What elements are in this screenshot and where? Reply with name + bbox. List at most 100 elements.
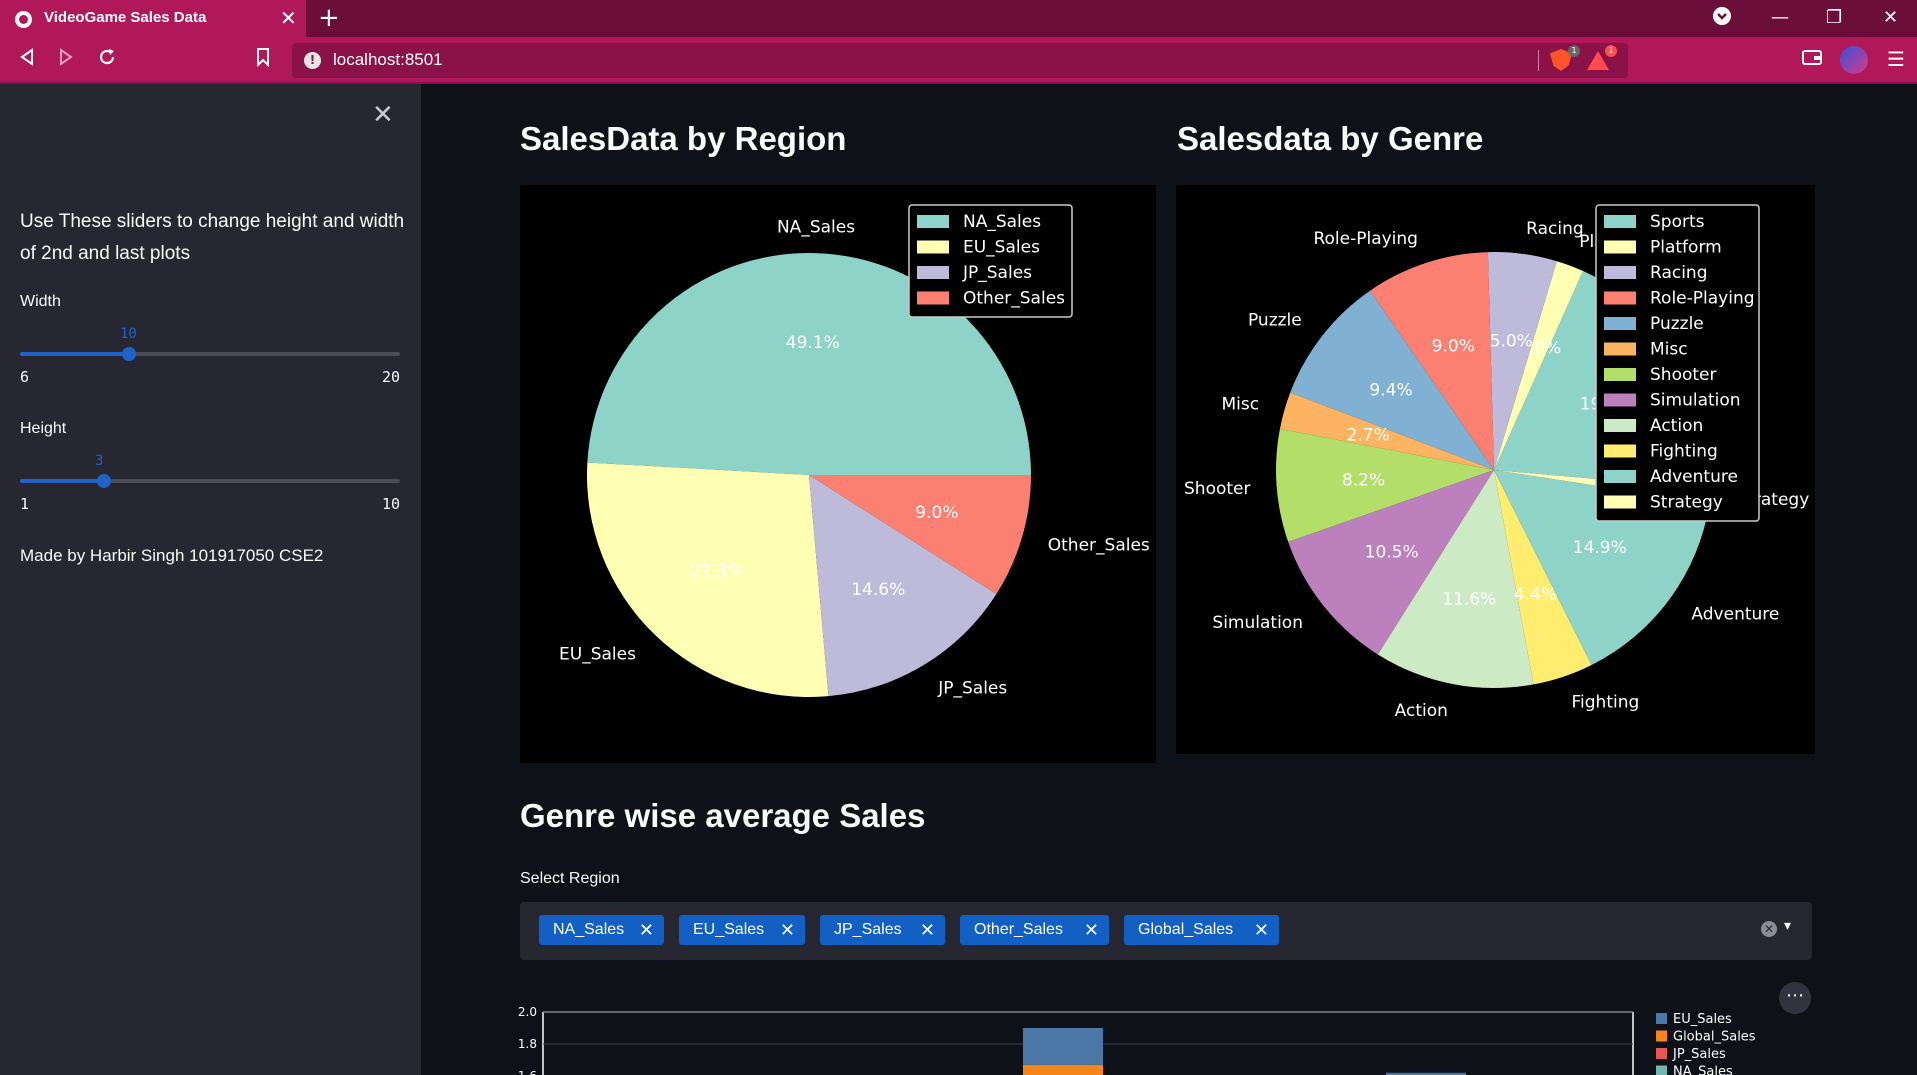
restore-icon[interactable]: ❐ [1826,6,1842,30]
chip-remove-icon[interactable]: ✕ [1254,915,1269,945]
legend-swatch [917,291,949,305]
pie-category-label: Role-Playing [1313,229,1418,249]
forward-icon[interactable] [57,47,75,72]
sidebar-close-icon[interactable]: ✕ [372,102,394,128]
legend-label: Other_Sales [963,289,1065,309]
back-icon[interactable] [18,47,36,72]
bar-legend-label: JP_Sales [1672,1047,1726,1062]
legend-swatch [1604,342,1636,356]
bar-legend-label: EU_Sales [1673,1012,1732,1027]
legend-swatch [1604,419,1636,432]
height-slider-label: Height [20,420,67,437]
legend-label: Platform [1650,238,1722,258]
pie-category-label: Adventure [1691,605,1779,625]
bookmark-icon[interactable] [255,47,271,72]
sidebar: ✕ Use These sliders to change height and… [0,84,421,1075]
shields-badge: 1 [1568,45,1580,57]
pie-category-label: NA_Sales [777,217,855,237]
chip-jp-sales[interactable]: JP_Sales ✕ [820,915,945,945]
region-chart-title: SalesData by Region [520,120,847,157]
chip-label: EU_Sales [693,921,765,938]
close-window-icon[interactable]: ✕ [1883,6,1898,30]
bar-legend-label: NA_Sales [1673,1065,1733,1075]
new-tab-icon[interactable]: + [318,3,340,33]
bar-segment-global-sales [1023,1064,1103,1075]
chip-remove-icon[interactable]: ✕ [920,915,935,945]
legend-swatch [1604,393,1636,407]
legend-swatch [1604,215,1636,228]
url-text[interactable]: localhost:8501 [333,50,443,70]
bar-legend-swatch [1656,1013,1667,1024]
main-content: SalesData by Region Salesdata by Genre 4… [421,84,1917,1075]
legend-swatch [917,215,949,228]
dropdown-caret-icon[interactable]: ▾ [1784,918,1791,934]
credit-text: Made by Harbir Singh 101917050 CSE2 [20,546,324,565]
chip-label: Global_Sales [1138,921,1234,938]
globe-icon [15,11,32,28]
chip-remove-icon[interactable]: ✕ [639,915,654,945]
bar-legend-swatch [1656,1065,1667,1075]
tab-close-icon[interactable]: ✕ [280,6,297,30]
legend-label: Strategy [1650,493,1723,513]
tab-title: VideoGame Sales Data [44,9,207,26]
sidebar-description: Use These sliders to change height and w… [20,211,405,264]
genre-chart-title: Salesdata by Genre [1177,120,1484,157]
pie-pct-label: 27.3% [689,562,743,582]
chip-remove-icon[interactable]: ✕ [780,915,795,945]
site-info-icon[interactable]: ! [304,52,321,69]
chip-remove-icon[interactable]: ✕ [1084,915,1099,945]
reload-icon[interactable] [97,47,117,72]
browser-toolbar: ! localhost:8501 1 1 ☰ [0,37,1917,84]
height-slider[interactable]: 3 1 10 [20,453,400,519]
menu-icon[interactable]: ☰ [1887,47,1905,71]
legend-label: JP_Sales [962,263,1032,283]
address-bar[interactable]: ! localhost:8501 1 1 [292,43,1628,78]
legend-swatch [1604,444,1636,458]
width-slider-label: Width [20,293,61,310]
legend-label: Fighting [1650,442,1718,462]
browser-tab[interactable]: VideoGame Sales Data ✕ [0,0,306,37]
chip-eu-sales[interactable]: EU_Sales ✕ [679,915,805,945]
pie-pct-label: 14.6% [851,580,905,600]
bar-legend-swatch [1656,1048,1667,1059]
legend-swatch [1604,291,1636,305]
genre-pie-svg: 19.3%Sports2.0%Platform5.0%Racing9.0%Rol… [1184,204,1809,721]
more-options-icon[interactable]: ⋯ [1779,982,1811,1014]
url-separator [1538,50,1539,71]
genre-pie-chart: 19.3%Sports2.0%Platform5.0%Racing9.0%Rol… [1176,185,1815,754]
minimize-icon[interactable]: — [1771,6,1789,30]
pie-category-label: Misc [1221,394,1259,414]
pie-category-label: Action [1395,701,1448,721]
clear-all-icon[interactable]: ✕ [1761,921,1777,937]
chip-na-sales[interactable]: NA_Sales ✕ [539,915,664,945]
legend-swatch [1604,266,1636,279]
legend-label: Sports [1650,212,1705,232]
region-pie-svg: 49.1% NA_Sales 27.3% EU_Sales 14.6% JP_Sales 9… [559,204,1150,698]
pie-pct-label: 14.9% [1573,538,1627,558]
chip-other-sales[interactable]: Other_Sales ✕ [960,915,1109,945]
avg-sales-title: Genre wise average Sales [520,797,926,834]
legend-label: Action [1650,416,1703,436]
legend-label: Simulation [1650,391,1741,411]
region-multiselect[interactable]: NA_Sales ✕ EU_Sales ✕ JP_Sales ✕ Other_Sales ✕ G… [520,902,1812,960]
tab-search-icon[interactable] [1712,6,1732,33]
legend-label: Racing [1650,263,1708,283]
legend-label: Role-Playing [1650,289,1755,309]
region-pie-chart: 49.1% NA_Sales 27.3% EU_Sales 14.6% JP_Sales 9… [520,185,1156,763]
legend-label: Puzzle [1650,314,1704,334]
pie-pct-label: 8.2% [1342,471,1385,491]
pie-category-label: Simulation [1212,613,1303,633]
chip-global-sales[interactable]: Global_Sales ✕ [1124,915,1279,945]
height-slider-value: 3 [95,453,104,469]
pie-pct-label: 4.4% [1514,585,1557,605]
wallet-icon[interactable] [1801,47,1823,72]
width-slider[interactable]: 10 6 20 [20,326,400,392]
width-slider-thumb[interactable] [122,347,136,361]
width-slider-max: 20 [381,368,400,386]
bar-legend-swatch [1656,1030,1667,1042]
legend-label: NA_Sales [963,212,1041,232]
height-slider-thumb[interactable] [97,474,111,488]
legend-swatch [1604,368,1636,381]
select-region-label: Select Region [520,870,620,887]
profile-avatar[interactable] [1840,46,1868,74]
